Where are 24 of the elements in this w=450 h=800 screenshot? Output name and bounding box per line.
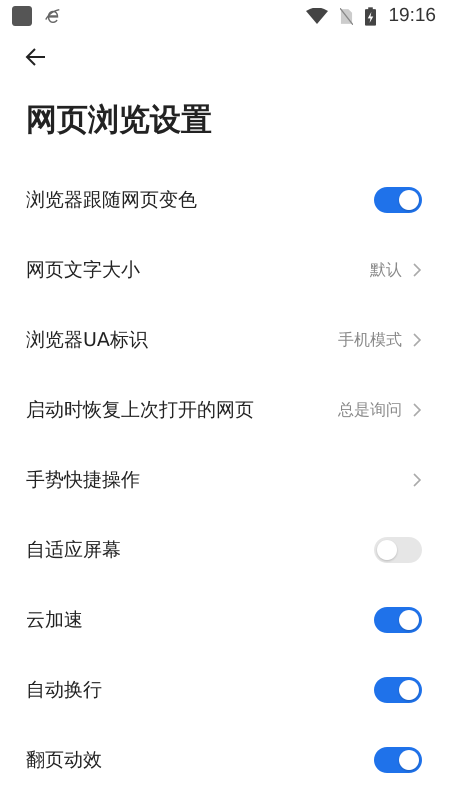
setting-label: 云加速 <box>26 608 83 633</box>
app-notification-icon <box>12 6 32 26</box>
setting-value: 手机模式 <box>338 330 402 350</box>
setting-label: 自适应屏幕 <box>26 538 121 563</box>
setting-label: 手势快捷操作 <box>26 468 140 493</box>
battery-charging-icon <box>365 6 376 26</box>
no-sim-icon <box>340 8 354 24</box>
toggle-switch[interactable] <box>374 607 422 633</box>
browser-icon <box>44 7 62 25</box>
setting-label: 自动换行 <box>26 678 102 703</box>
toggle-switch[interactable] <box>374 747 422 773</box>
setting-label: 翻页动效 <box>26 748 102 773</box>
setting-label: 浏览器UA标识 <box>26 328 148 353</box>
toggle-switch[interactable] <box>374 537 422 563</box>
setting-value: 总是询问 <box>338 400 402 420</box>
setting-label: 网页文字大小 <box>26 258 140 283</box>
toggle-switch[interactable] <box>374 187 422 213</box>
setting-label: 启动时恢复上次打开的网页 <box>26 398 254 423</box>
wifi-icon <box>306 8 328 24</box>
page-title: 网页浏览设置 <box>25 100 213 140</box>
setting-label: 浏览器跟随网页变色 <box>26 188 197 213</box>
status-time: 19:16 <box>388 5 436 27</box>
toggle-switch[interactable] <box>374 677 422 703</box>
setting-value: 默认 <box>370 260 402 280</box>
